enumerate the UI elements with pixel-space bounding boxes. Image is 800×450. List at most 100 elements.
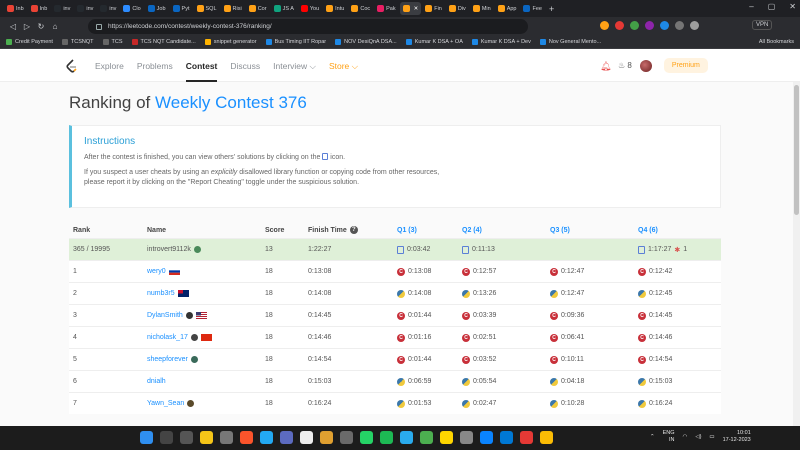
tab-close-icon[interactable]: ✕ [414,6,419,12]
cpp-language-icon[interactable]: C [462,355,470,364]
vscode-icon[interactable] [260,431,273,444]
pdf-icon[interactable] [520,431,533,444]
scrollbar-thumb[interactable] [794,85,799,215]
browser-tab[interactable]: Fee [520,2,544,15]
username-link[interactable]: Yawn_Sean [147,400,184,407]
contest-link[interactable]: Weekly Contest 376 [155,93,307,112]
bookmark-item[interactable]: Kumar K DSA + OA [405,39,463,45]
spotify-icon[interactable] [380,431,393,444]
cpp-language-icon[interactable]: C [638,355,646,364]
volume-icon[interactable]: ◁) [695,434,701,440]
start-icon[interactable] [140,431,153,444]
cpp-language-icon[interactable]: C [462,311,470,320]
app-icon[interactable] [340,431,353,444]
file-explorer-icon[interactable] [200,431,213,444]
bookmark-item[interactable]: Credit Payment [6,39,53,45]
browser-tab[interactable]: Clo [120,2,143,15]
telegram-icon[interactable] [400,431,413,444]
app-icon[interactable] [460,431,473,444]
cpp-language-icon[interactable]: C [397,311,405,320]
browser-tab[interactable]: App [495,2,520,15]
solution-doc-icon[interactable] [462,245,469,254]
bookmark-item[interactable]: Kumar K DSA + Dev [471,39,531,45]
username-link[interactable]: numb3r5 [147,290,175,297]
python-language-icon[interactable] [550,377,558,386]
notification-bell-icon[interactable]: 🔔︎ [600,61,611,71]
cpp-language-icon[interactable]: C [397,355,405,364]
python-language-icon[interactable] [397,399,405,408]
browser-tab[interactable]: Pak [374,2,398,15]
header-q1[interactable]: Q1 (3) [397,222,417,238]
nav-interview[interactable]: Interview ⌵ [273,61,316,72]
back-icon[interactable]: ◁ [6,22,20,31]
extension-icon[interactable] [660,21,669,30]
browser-tab[interactable]: You [298,2,322,15]
browser-tab[interactable]: inv [97,2,119,15]
extension-icon[interactable] [600,21,609,30]
cpp-language-icon[interactable]: C [462,333,470,342]
nav-explore[interactable]: Explore [95,61,124,72]
cpp-language-icon[interactable]: C [462,267,470,276]
edge-icon[interactable] [480,431,493,444]
browser-tab[interactable]: Job [145,2,169,15]
cpp-language-icon[interactable]: C [550,267,558,276]
browser-tab[interactable]: Cor [246,2,270,15]
username-link[interactable]: nicholask_17 [147,334,188,341]
maximize-icon[interactable]: ▢ [768,2,776,11]
minimize-icon[interactable]: – [749,2,753,11]
browser-tab[interactable]: Inb [4,2,27,15]
chrome-icon[interactable] [540,431,553,444]
bookmark-item[interactable]: TCS [102,39,123,45]
solution-doc-icon[interactable] [638,245,645,254]
address-bar[interactable]: https://leetcode.com/contest/weekly-cont… [88,19,528,34]
folder-icon[interactable] [320,431,333,444]
input-language[interactable]: ENG IN [663,430,675,444]
username-link[interactable]: dnialh [147,378,166,385]
browser-tab[interactable]: Coc [348,2,373,15]
all-bookmarks-button[interactable]: All Bookmarks [759,39,794,45]
python-language-icon[interactable] [550,289,558,298]
python-language-icon[interactable] [638,289,646,298]
tray-overflow-icon[interactable]: ⌃ [650,434,655,440]
browser-tab[interactable]: Pyt [170,2,193,15]
username-link[interactable]: DylanSmith [147,312,183,319]
browser-tab[interactable]: ✕ [399,2,422,15]
browser-tab[interactable]: inv [51,2,73,15]
streak-counter[interactable]: ♨ 8 [618,61,632,70]
forward-icon[interactable]: ▷ [20,22,34,31]
cpp-language-icon[interactable]: C [550,355,558,364]
browser-tab[interactable]: Div [446,2,469,15]
python-language-icon[interactable] [462,377,470,386]
extension-icon[interactable] [615,21,624,30]
whatsapp-icon[interactable] [360,431,373,444]
battery-icon[interactable]: ▭ [709,434,714,440]
bookmark-item[interactable]: snippet generator [204,39,257,45]
header-q2[interactable]: Q2 (4) [462,222,482,238]
close-icon[interactable]: ✕ [789,2,796,11]
python-language-icon[interactable] [462,289,470,298]
vpn-button[interactable]: VPN [752,20,773,30]
help-icon[interactable]: ? [349,226,358,234]
python-language-icon[interactable] [397,377,405,386]
extension-icon[interactable] [630,21,639,30]
home-icon[interactable]: ⌂ [48,22,62,31]
premium-button[interactable]: Premium [663,58,708,73]
cpp-language-icon[interactable]: C [638,333,646,342]
bookmark-item[interactable]: TCS NQT Candidate... [131,39,196,45]
nav-store[interactable]: Store ⌵ [329,61,358,72]
cpp-language-icon[interactable]: C [638,311,646,320]
nav-discuss[interactable]: Discuss [230,61,260,72]
browser-tab[interactable]: Intu [323,2,347,15]
cpp-language-icon[interactable]: C [397,333,405,342]
brave-icon[interactable] [240,431,253,444]
app-icon[interactable] [420,431,433,444]
bookmark-item[interactable]: Bus Timing IIT Ropar [265,39,326,45]
app-icon[interactable] [280,431,293,444]
task-view-icon[interactable] [180,431,193,444]
search-icon[interactable] [160,431,173,444]
browser-tab[interactable]: Risi [221,2,245,15]
username-link[interactable]: introvert9112k [147,246,191,253]
reload-icon[interactable]: ↻ [34,22,48,31]
new-tab-button[interactable]: + [549,4,554,14]
leetcode-logo-icon[interactable] [66,59,78,73]
